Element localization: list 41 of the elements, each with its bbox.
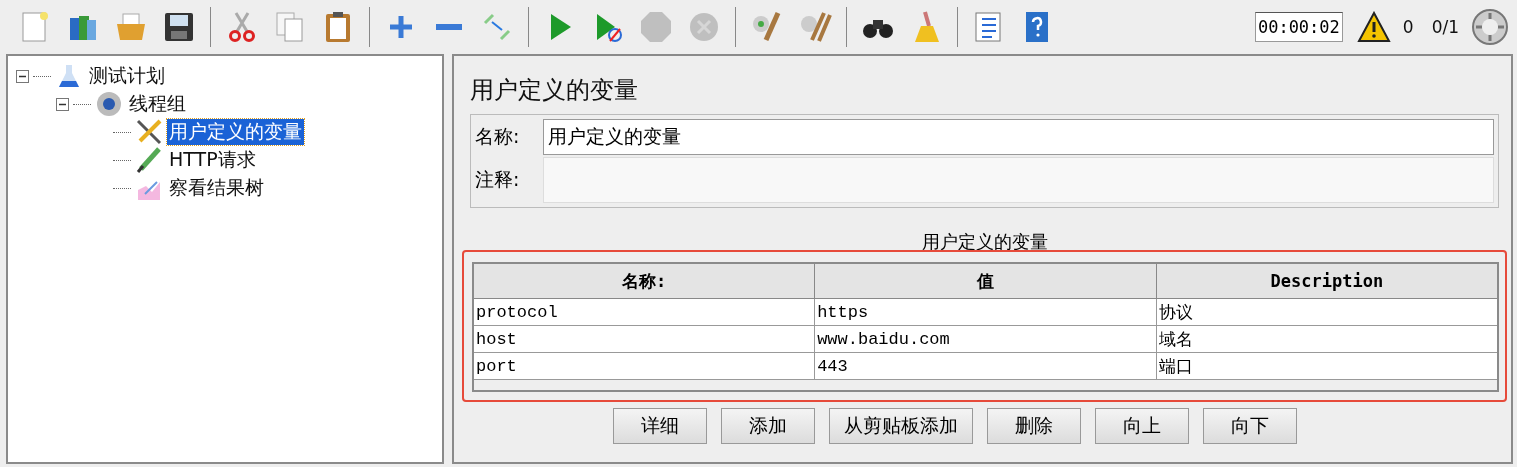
tree-item[interactable]: HTTP请求 [167,147,258,173]
action-button[interactable]: 从剪贴板添加 [828,408,973,444]
table-title: 用户定义的变量 [920,230,1049,254]
tree-item[interactable]: 线程组 [127,91,188,117]
tools-icon [135,118,163,146]
minus-icon [436,24,462,30]
action-button[interactable]: 向下 [1202,408,1297,444]
name-label: 名称: [475,124,521,149]
action-button[interactable]: 添加 [720,408,815,444]
table-cell: protocol [473,298,815,326]
tree-item[interactable]: 用户定义的变量 [167,119,304,145]
table-cell: port [473,352,815,380]
remote-status-icon [1471,8,1509,46]
action-button[interactable]: 删除 [986,408,1081,444]
warning-count: 0 [1402,17,1414,37]
comment-label: 注释: [475,167,521,192]
elapsed-time: 00:00:02 [1254,12,1343,42]
column-header[interactable]: 值 [814,263,1157,299]
column-header[interactable]: 名称: [473,263,815,299]
action-button[interactable]: 详细 [612,408,707,444]
shutdown-icon [687,10,721,44]
name-field[interactable]: 用户定义的变量 [543,119,1494,155]
table-cell: host [473,325,815,353]
action-button[interactable]: 向上 [1094,408,1189,444]
column-header[interactable]: Description [1156,263,1498,299]
table-cell: www.baidu.com [814,325,1157,353]
warning-icon [1356,11,1391,43]
gear-brooms-icon [798,10,832,44]
pen-icon [135,146,163,174]
collapse-toggle[interactable] [56,97,69,111]
tree-item[interactable]: 察看结果树 [167,175,266,201]
gear-icon [95,90,123,118]
collapse-toggle[interactable] [16,69,29,83]
table-cell: 443 [814,352,1157,380]
table-cell: https [814,298,1157,326]
comment-field[interactable] [543,157,1494,203]
panel-title: 用户定义的变量 [470,75,639,106]
thread-count: 0/1 [1431,17,1459,37]
stop-icon [639,10,673,44]
save-icon [162,10,196,44]
tree-item[interactable]: 测试计划 [87,63,167,89]
